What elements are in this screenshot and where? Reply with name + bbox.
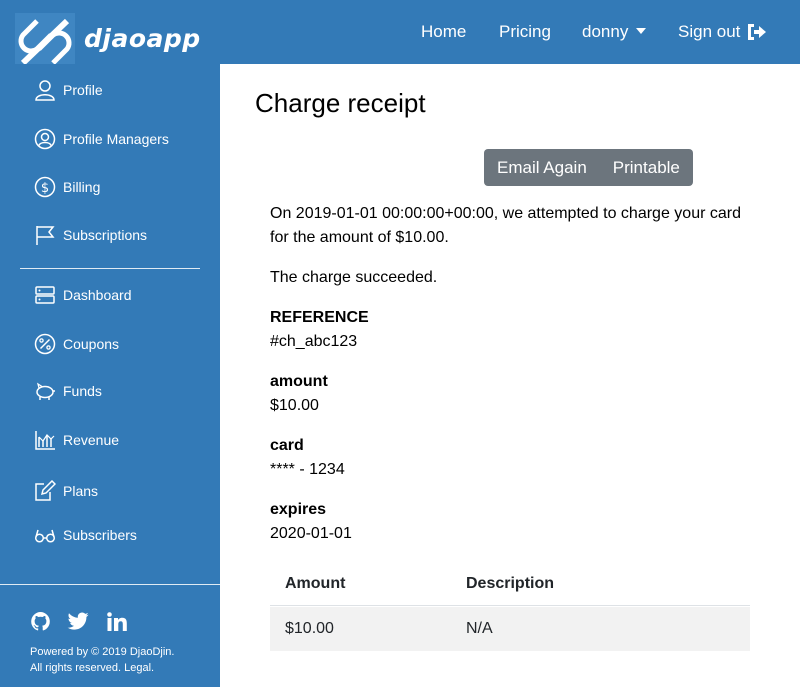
logo-icon bbox=[18, 18, 72, 66]
sidebar-item-plans[interactable]: Plans bbox=[34, 479, 98, 503]
sidebar-item-coupons[interactable]: Coupons bbox=[34, 332, 119, 356]
printable-button[interactable]: Printable bbox=[600, 149, 693, 186]
logo[interactable] bbox=[15, 13, 75, 71]
chart-icon bbox=[35, 431, 55, 450]
nav-pricing-link[interactable]: Pricing bbox=[499, 22, 551, 42]
user-icon bbox=[35, 80, 55, 101]
page-title: Charge receipt bbox=[255, 88, 426, 118]
sidebar-item-label: Subscriptions bbox=[63, 227, 148, 243]
charge-status-text: The charge succeeded. bbox=[270, 269, 438, 286]
top-navbar: djaoapp Home Pricing donny Sign out bbox=[0, 0, 800, 71]
footer-copyright: Powered by © 2019 DjaoDjin. bbox=[30, 646, 175, 658]
sidebar-item-label: Revenue bbox=[63, 432, 120, 448]
sidebar-item-funds[interactable]: Funds bbox=[34, 379, 102, 403]
svg-text:$: $ bbox=[41, 181, 49, 196]
sidebar-item-label: Coupons bbox=[63, 336, 120, 352]
user-circle-icon bbox=[34, 128, 56, 150]
nav-home-link[interactable]: Home bbox=[421, 22, 466, 42]
sidebar-item-label: Dashboard bbox=[63, 287, 132, 303]
table-header: Amount Description bbox=[270, 564, 750, 606]
action-button-group: Email Again Printable bbox=[484, 149, 693, 186]
amount-label: amount bbox=[270, 373, 328, 390]
reference-label: REFERENCE bbox=[270, 309, 369, 326]
sidebar-item-label: Subscribers bbox=[63, 527, 137, 543]
sidebar-item-label: Plans bbox=[63, 483, 99, 499]
percent-icon bbox=[34, 333, 56, 355]
sidebar-item-label: Billing bbox=[63, 179, 101, 195]
caret-down-icon bbox=[636, 28, 647, 34]
sidebar-footer-divider bbox=[0, 584, 220, 585]
brand-name[interactable]: djaoapp bbox=[84, 24, 201, 53]
server-icon bbox=[35, 286, 55, 304]
signout-link[interactable]: Sign out bbox=[678, 22, 740, 42]
expires-label: expires bbox=[270, 501, 327, 518]
sidebar-item-billing[interactable]: $ Billing bbox=[34, 175, 100, 199]
expires-value: 2020-01-01 bbox=[270, 525, 352, 542]
dollar-icon: $ bbox=[34, 176, 56, 198]
piggy-bank-icon bbox=[36, 382, 55, 400]
sign-out-icon[interactable] bbox=[745, 22, 767, 42]
sidebar-item-label: Funds bbox=[63, 383, 102, 399]
main-content: Charge receipt Email Again Printable On … bbox=[220, 64, 800, 687]
sidebar-item-label: Profile Managers bbox=[63, 131, 169, 147]
linkedin-icon[interactable] bbox=[107, 612, 127, 631]
sidebar-divider bbox=[20, 268, 200, 269]
reference-value: #ch_abc123 bbox=[270, 333, 358, 350]
intro-text-line1: On 2019-01-01 00:00:00+00:00, we attempt… bbox=[270, 205, 741, 222]
card-label: card bbox=[270, 437, 304, 454]
twitter-icon[interactable] bbox=[67, 612, 89, 631]
sidebar-item-profile-managers[interactable]: Profile Managers bbox=[34, 127, 169, 151]
amount-value: $10.00 bbox=[270, 397, 319, 414]
cell-amount: $10.00 bbox=[285, 620, 334, 637]
email-again-button[interactable]: Email Again bbox=[484, 149, 600, 186]
sidebar-item-subscriptions[interactable]: Subscriptions bbox=[34, 223, 147, 247]
table-row: $10.00 N/A bbox=[270, 607, 750, 651]
intro-text-line2: for the amount of $10.00. bbox=[270, 229, 449, 246]
sidebar-item-label: Profile bbox=[63, 82, 103, 98]
column-header-amount: Amount bbox=[285, 575, 346, 592]
sidebar-item-dashboard[interactable]: Dashboard bbox=[34, 283, 132, 307]
edit-icon bbox=[35, 480, 56, 501]
cell-description: N/A bbox=[466, 620, 493, 637]
sidebar-item-profile[interactable]: Profile bbox=[34, 78, 103, 102]
github-icon[interactable] bbox=[30, 611, 51, 632]
sidebar-item-subscribers[interactable]: Subscribers bbox=[34, 523, 137, 547]
sidebar-item-revenue[interactable]: Revenue bbox=[34, 428, 119, 452]
footer-rights[interactable]: All rights reserved. Legal. bbox=[30, 662, 154, 674]
glasses-icon bbox=[34, 529, 56, 543]
sidebar: Profile Profile Managers $ Billing Subsc… bbox=[0, 64, 220, 687]
column-header-description: Description bbox=[466, 575, 555, 592]
card-value: **** - 1234 bbox=[270, 461, 345, 478]
user-name: donny bbox=[582, 22, 629, 41]
flag-icon bbox=[36, 226, 55, 245]
user-dropdown[interactable]: donny bbox=[582, 22, 647, 42]
